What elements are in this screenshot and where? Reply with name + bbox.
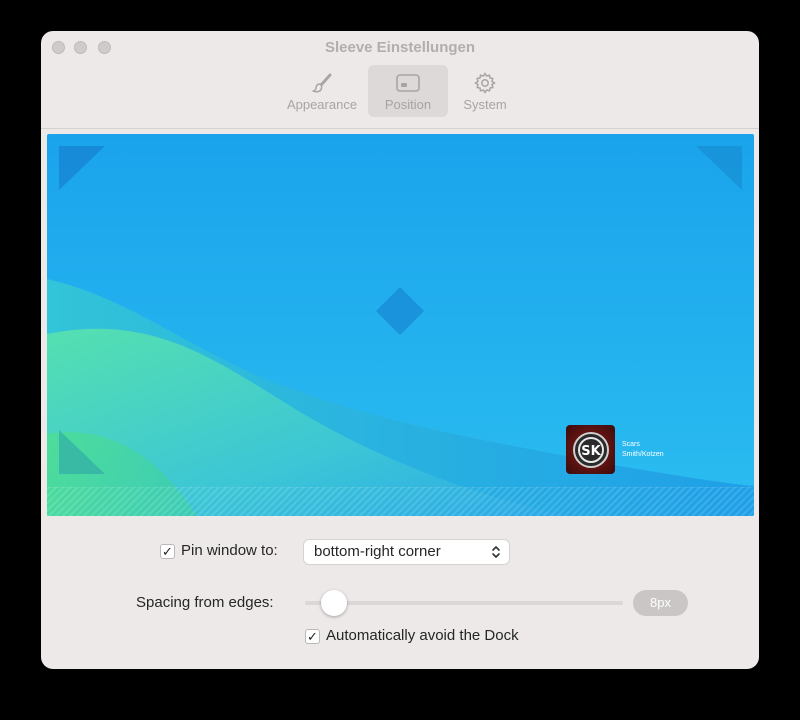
chevron-up-down-icon <box>491 543 501 569</box>
window-title: Sleeve Einstellungen <box>324 39 476 56</box>
track-artist: Smith/Kotzen <box>622 450 664 458</box>
tab-position-label: Position <box>384 97 432 112</box>
top-left-corner-target[interactable] <box>59 146 105 190</box>
corner-select[interactable]: bottom-right corner <box>304 540 509 564</box>
preferences-window: Sleeve Einstellungen Appearance Position <box>41 31 759 669</box>
window-position-icon <box>395 69 421 97</box>
tab-system-label: System <box>463 97 507 112</box>
top-right-corner-target[interactable] <box>696 146 742 190</box>
svg-text:SK: SK <box>581 444 601 459</box>
tab-system[interactable]: System <box>445 65 525 117</box>
spacing-value-badge: 8px <box>633 590 688 616</box>
album-art: SK <box>566 425 615 474</box>
corner-select-value: bottom-right corner <box>314 543 441 560</box>
pin-window-label: Pin window to: <box>181 542 278 559</box>
spacing-slider-knob[interactable] <box>321 590 347 616</box>
tab-position[interactable]: Position <box>368 65 448 117</box>
paintbrush-icon <box>310 69 334 97</box>
album-logo-icon: SK <box>572 431 609 468</box>
avoid-dock-label: Automatically avoid the Dock <box>326 627 519 644</box>
track-title: Scars <box>622 440 640 448</box>
center-target[interactable] <box>376 287 424 335</box>
now-playing-widget: SK Scars Smith/Kotzen <box>566 425 664 474</box>
tab-appearance-label: Appearance <box>286 97 358 112</box>
bottom-left-corner-target[interactable] <box>59 430 105 474</box>
gear-icon <box>473 69 497 97</box>
title-bar: Sleeve Einstellungen Appearance Position <box>41 31 759 129</box>
tab-appearance[interactable]: Appearance <box>282 65 362 117</box>
position-preview: SK Scars Smith/Kotzen <box>47 134 754 516</box>
avoid-dock-checkbox[interactable]: ✓ <box>305 629 320 644</box>
pin-window-checkbox[interactable]: ✓ <box>160 544 175 559</box>
dock-area <box>47 487 754 516</box>
spacing-label: Spacing from edges: <box>136 594 274 611</box>
spacing-slider-track[interactable] <box>305 601 623 605</box>
